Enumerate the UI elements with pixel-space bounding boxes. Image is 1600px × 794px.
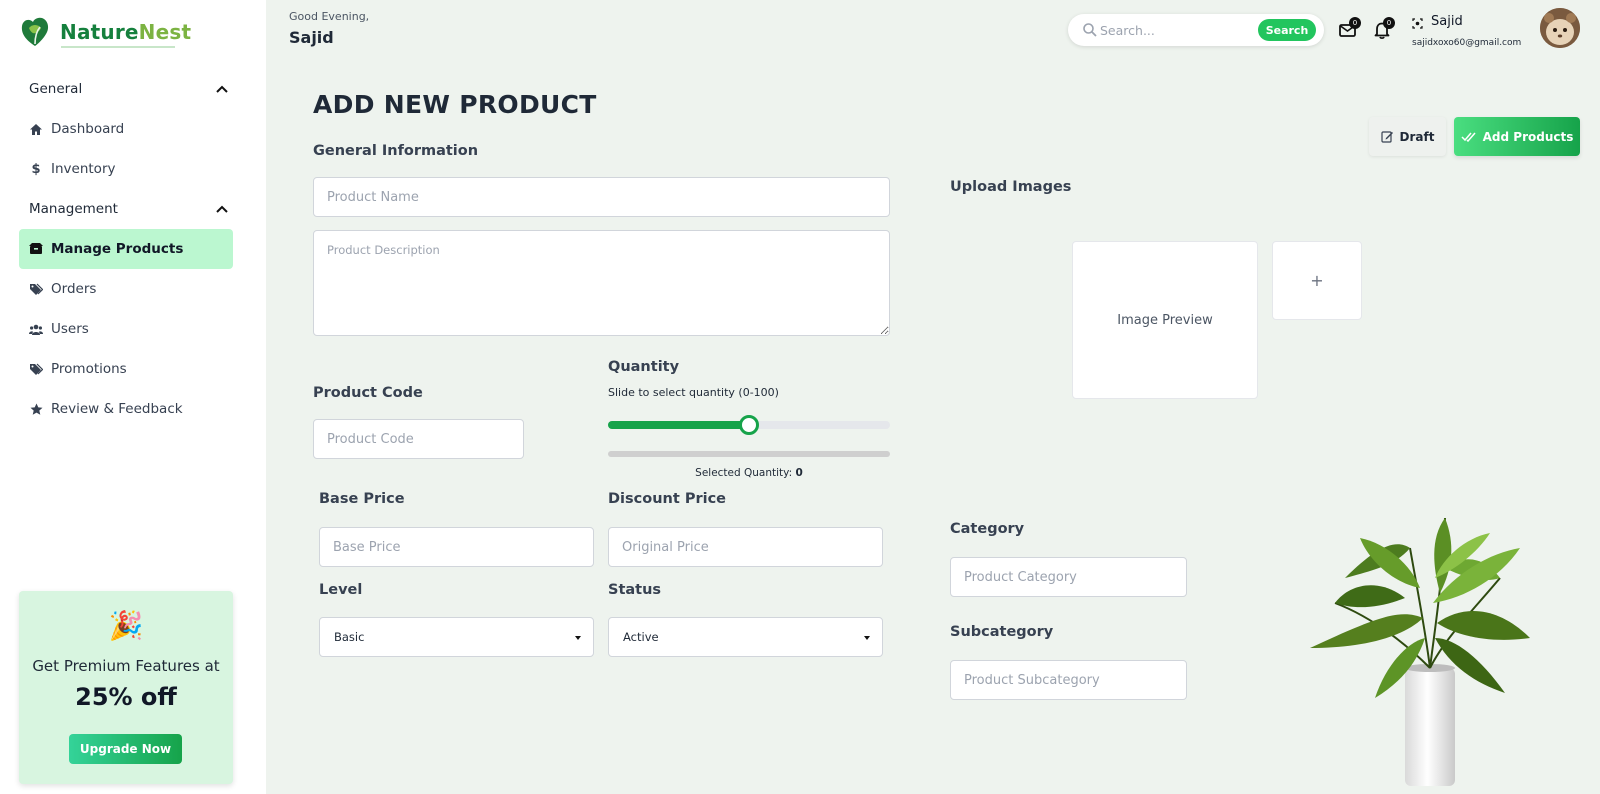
draft-button[interactable]: Draft <box>1369 117 1446 156</box>
users-icon <box>29 322 43 336</box>
quantity-slider[interactable] <box>608 415 890 435</box>
add-image-button[interactable]: + <box>1272 241 1362 320</box>
status-label: Status <box>608 582 662 598</box>
base-price-input[interactable] <box>319 527 594 567</box>
product-description-input[interactable] <box>313 230 890 336</box>
sidebar-item-label: Promotions <box>51 361 127 377</box>
sidebar-item-promotions[interactable]: Promotions <box>19 349 233 389</box>
section-title: Management <box>29 201 118 217</box>
search-icon <box>1083 23 1097 37</box>
dollar-icon: $ <box>31 161 41 177</box>
user-email: sajidxoxo60@gmail.com <box>1412 38 1522 48</box>
sidebar-item-orders[interactable]: Orders <box>19 269 233 309</box>
user-focus-icon <box>1412 18 1423 29</box>
quantity-hint: Slide to select quantity (0-100) <box>608 386 779 399</box>
potted-plant-illustration <box>1310 517 1530 786</box>
selected-quantity: Selected Quantity: 0 <box>608 467 890 479</box>
sidebar-item-label: Orders <box>51 281 97 297</box>
subcategory-label: Subcategory <box>950 624 1054 640</box>
sidebar-item-label: Dashboard <box>51 121 125 137</box>
draft-label: Draft <box>1399 129 1435 144</box>
leaf-heart-icon <box>21 17 49 46</box>
home-icon <box>29 122 43 136</box>
status-value: Active <box>623 630 659 644</box>
sidebar-item-label: Manage Products <box>51 241 184 257</box>
tags-icon <box>29 282 43 296</box>
add-products-button[interactable]: Add Products <box>1454 117 1580 156</box>
promo-discount: 25% off <box>75 683 177 711</box>
sidebar-item-review-feedback[interactable]: Review & Feedback <box>19 389 233 429</box>
sidebar-item-inventory[interactable]: $ Inventory <box>19 149 233 189</box>
sidebar-item-users[interactable]: Users <box>19 309 233 349</box>
level-select[interactable]: Basic <box>319 617 594 657</box>
box-icon <box>29 242 43 256</box>
sidebar-item-dashboard[interactable]: Dashboard <box>19 109 233 149</box>
page-title: ADD NEW PRODUCT <box>313 90 597 119</box>
quantity-progress-bar <box>608 451 890 457</box>
search-input[interactable] <box>1100 20 1260 40</box>
brand-name: NatureNest <box>60 20 192 44</box>
image-preview: Image Preview <box>1072 241 1258 399</box>
category-label: Category <box>950 521 1025 537</box>
user-name: Sajid <box>1431 14 1463 29</box>
discount-price-input[interactable] <box>608 527 883 567</box>
selected-quantity-value: 0 <box>795 467 803 479</box>
discount-price-label: Discount Price <box>608 491 726 507</box>
avatar-image <box>1540 8 1580 48</box>
level-value: Basic <box>334 630 365 644</box>
greeting-text: Good Evening, <box>289 10 370 23</box>
avatar[interactable] <box>1540 8 1580 48</box>
category-input[interactable] <box>950 557 1187 597</box>
greeting-name: Sajid <box>289 28 334 47</box>
chevron-up-icon[interactable] <box>215 82 229 96</box>
status-select[interactable]: Active <box>608 617 883 657</box>
party-popper-icon: 🎉 <box>108 609 144 642</box>
section-management[interactable]: Management <box>29 201 229 217</box>
notification-count-badge: 0 <box>1383 17 1395 29</box>
premium-promo-card: 🎉 Get Premium Features at 25% off Upgrad… <box>19 591 233 784</box>
sidebar: NatureNest General Dashboard $ Inventory… <box>0 0 266 794</box>
section-general[interactable]: General <box>29 81 229 97</box>
caret-down-icon <box>864 636 870 640</box>
selected-quantity-label: Selected Quantity: <box>695 467 793 479</box>
quantity-label: Quantity <box>608 359 680 375</box>
sidebar-item-manage-products[interactable]: Manage Products <box>19 229 233 269</box>
chevron-up-icon[interactable] <box>215 202 229 216</box>
quantity-slider-thumb[interactable] <box>739 415 759 435</box>
quantity-slider-fill <box>608 421 749 429</box>
search-bar: Search <box>1068 14 1324 46</box>
upload-images-heading: Upload Images <box>950 179 1072 195</box>
caret-down-icon <box>575 636 581 640</box>
brand-underline <box>61 46 175 48</box>
tags-icon <box>29 362 43 376</box>
promo-text: Get Premium Features at <box>32 657 220 675</box>
edit-icon <box>1380 131 1393 143</box>
subcategory-input[interactable] <box>950 660 1187 700</box>
product-name-input[interactable] <box>313 177 890 217</box>
level-label: Level <box>319 582 363 598</box>
brand-logo[interactable]: NatureNest <box>20 16 191 48</box>
product-code-input[interactable] <box>313 419 524 459</box>
sidebar-item-label: Review & Feedback <box>51 401 183 417</box>
upgrade-now-button[interactable]: Upgrade Now <box>69 734 182 764</box>
mail-count-badge: 0 <box>1349 17 1361 29</box>
base-price-label: Base Price <box>319 491 405 507</box>
add-products-label: Add Products <box>1482 129 1574 144</box>
search-button[interactable]: Search <box>1258 19 1316 41</box>
sidebar-item-label: Users <box>51 321 89 337</box>
star-icon <box>29 402 43 416</box>
product-code-label: Product Code <box>313 385 423 401</box>
section-title: General <box>29 81 83 97</box>
double-check-icon <box>1461 132 1476 142</box>
sidebar-item-label: Inventory <box>51 161 116 177</box>
general-information-heading: General Information <box>313 143 479 159</box>
